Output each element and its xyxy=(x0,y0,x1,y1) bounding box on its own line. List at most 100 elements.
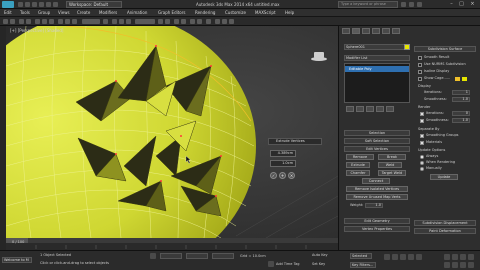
new-file-icon[interactable] xyxy=(18,2,23,7)
workspace-dropdown[interactable]: Workspace: Default xyxy=(66,1,122,8)
menu-graph-editors[interactable]: Graph Editors xyxy=(158,10,185,16)
weight-spinner[interactable]: 1.0 xyxy=(365,203,383,208)
field-of-view-icon[interactable] xyxy=(444,262,450,268)
extrude-button[interactable]: Extrude xyxy=(346,162,370,168)
motion-tab-icon[interactable] xyxy=(372,28,380,34)
selection-region-icon[interactable] xyxy=(49,19,54,24)
goto-start-icon[interactable] xyxy=(384,254,390,260)
menu-help[interactable]: Help xyxy=(285,10,294,16)
menu-rendering[interactable]: Rendering xyxy=(195,10,215,16)
pan-icon[interactable] xyxy=(452,262,458,268)
goto-end-icon[interactable] xyxy=(416,254,422,260)
add-time-tag[interactable]: Add Time Tag xyxy=(276,262,300,266)
time-slider[interactable] xyxy=(6,238,338,250)
render-setup-icon[interactable] xyxy=(215,19,220,24)
smooth-result-checkbox[interactable] xyxy=(418,56,422,60)
mirror-icon[interactable] xyxy=(158,19,163,24)
edit-geometry-rollout[interactable]: Edit Geometry xyxy=(344,218,410,224)
project-folder-icon[interactable] xyxy=(53,2,58,7)
maxscript-listener[interactable]: Welcome to M xyxy=(2,257,32,263)
named-selection-dropdown[interactable] xyxy=(135,19,155,24)
time-tag-icon[interactable] xyxy=(268,261,274,267)
selection-rollout[interactable]: Selection xyxy=(344,130,410,136)
paint-deformation-rollout[interactable]: Paint Deformation xyxy=(414,228,476,234)
menu-modifiers[interactable]: Modifiers xyxy=(99,10,117,16)
hierarchy-tab-icon[interactable] xyxy=(362,28,370,34)
save-file-icon[interactable] xyxy=(32,2,37,7)
snaps-toggle-icon[interactable] xyxy=(112,19,117,24)
move-icon[interactable] xyxy=(58,19,63,24)
zoom-all-icon[interactable] xyxy=(452,254,458,260)
graphite-ribbon-icon[interactable] xyxy=(181,19,186,24)
redo-tool-icon[interactable] xyxy=(10,19,15,24)
cage-color-swatch[interactable] xyxy=(455,77,460,81)
orbit-icon[interactable] xyxy=(460,262,466,268)
align-icon[interactable] xyxy=(165,19,170,24)
maximize-button[interactable]: □ xyxy=(457,1,466,8)
scale-icon[interactable] xyxy=(72,19,77,24)
rendered-frame-icon[interactable] xyxy=(222,19,227,24)
help-icon[interactable] xyxy=(409,2,414,7)
utilities-tab-icon[interactable] xyxy=(392,28,400,34)
menu-views[interactable]: Views xyxy=(58,10,70,16)
break-button[interactable]: Break xyxy=(378,154,406,160)
menu-create[interactable]: Create xyxy=(77,10,90,16)
pin-stack-icon[interactable] xyxy=(346,106,354,112)
make-unique-icon[interactable] xyxy=(366,106,374,112)
schematic-view-icon[interactable] xyxy=(197,19,202,24)
remove-isolated-button[interactable]: Remove Isolated Vertices xyxy=(346,186,408,192)
subdivision-displacement-rollout[interactable]: Subdivision Displacement xyxy=(414,220,476,226)
menu-maxscript[interactable]: MAXScript xyxy=(255,10,276,16)
reference-coordinate-dropdown[interactable] xyxy=(82,19,100,24)
create-tab-icon[interactable] xyxy=(342,28,350,34)
viewport-label[interactable]: [+] [Perspective] [Shaded] xyxy=(10,28,64,33)
show-cage-checkbox[interactable] xyxy=(418,77,422,81)
use-nurms-checkbox[interactable] xyxy=(418,63,422,67)
menu-edit[interactable]: Edit xyxy=(4,10,12,16)
next-frame-icon[interactable] xyxy=(408,254,414,260)
materials-checkbox[interactable] xyxy=(420,141,424,145)
subdivision-surface-rollout[interactable]: Subdivision Surface xyxy=(414,46,476,52)
remove-button[interactable]: Remove xyxy=(346,154,374,160)
caddy-apply-button[interactable]: + xyxy=(279,172,286,179)
select-by-name-icon[interactable] xyxy=(42,19,47,24)
key-mode-dropdown[interactable]: Selected xyxy=(350,253,372,259)
weld-button[interactable]: Weld xyxy=(378,162,402,168)
object-color-swatch[interactable] xyxy=(404,44,410,50)
menu-animation[interactable]: Animation xyxy=(127,10,147,16)
angle-snap-icon[interactable] xyxy=(119,19,124,24)
play-icon[interactable] xyxy=(400,254,406,260)
connect-button[interactable]: Connect xyxy=(362,178,390,184)
lock-selection-icon[interactable] xyxy=(150,253,156,259)
soft-selection-rollout[interactable]: Soft Selection xyxy=(344,138,410,144)
always-radio[interactable] xyxy=(420,155,424,159)
render-smoothness-checkbox[interactable] xyxy=(420,119,424,123)
unlink-icon[interactable] xyxy=(26,19,31,24)
chamfer-button[interactable]: Chamfer xyxy=(346,170,370,176)
rotate-icon[interactable] xyxy=(65,19,70,24)
update-button[interactable]: Update xyxy=(430,174,458,180)
iterations-spinner[interactable]: 1 xyxy=(452,90,470,95)
material-editor-icon[interactable] xyxy=(206,19,211,24)
key-filters-button[interactable]: Key Filters... xyxy=(350,262,376,268)
extrude-height-field[interactable]: 4.389cm xyxy=(270,150,296,157)
search-icon[interactable] xyxy=(401,2,406,7)
target-weld-button[interactable]: Target Weld xyxy=(378,170,406,176)
caddy-ok-button[interactable]: ✓ xyxy=(270,172,277,179)
cage-selected-color-swatch[interactable] xyxy=(462,77,467,81)
render-smoothness-spinner[interactable]: 1.0 xyxy=(452,118,470,123)
pivot-center-icon[interactable] xyxy=(103,19,108,24)
undo-icon[interactable] xyxy=(39,2,44,7)
render-iterations-checkbox[interactable] xyxy=(420,112,424,116)
y-coordinate-field[interactable] xyxy=(186,253,208,259)
maximize-viewport-icon[interactable] xyxy=(468,254,474,260)
link-icon[interactable] xyxy=(19,19,24,24)
edit-vertices-rollout[interactable]: Edit Vertices xyxy=(344,146,410,152)
menu-customize[interactable]: Customize xyxy=(225,10,246,16)
perspective-viewport[interactable]: [+] [Perspective] [Shaded] Extrude Verti… xyxy=(6,26,338,238)
isoline-display-checkbox[interactable] xyxy=(418,70,422,74)
menu-tools[interactable]: Tools xyxy=(20,10,30,16)
percent-snap-icon[interactable] xyxy=(126,19,131,24)
render-production-icon[interactable] xyxy=(229,19,234,24)
remove-modifier-icon[interactable] xyxy=(376,106,384,112)
